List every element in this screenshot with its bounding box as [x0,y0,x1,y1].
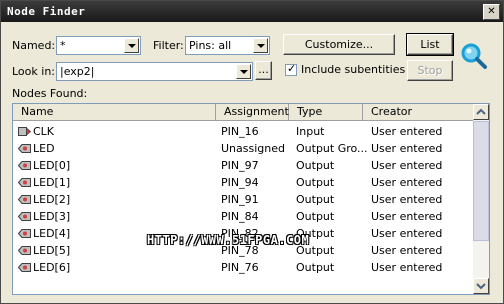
column-header-type[interactable]: Type [289,104,363,121]
output-pin-icon [18,161,31,170]
output-pin-icon [18,144,31,153]
filter-value: Pins: all [189,39,232,52]
scroll-down-button[interactable] [473,278,489,294]
output-pin-icon [18,263,31,272]
close-button[interactable]: ✕ [483,4,500,20]
chevron-down-icon[interactable] [124,38,139,53]
cell-assignment: PIN_97 [221,159,259,172]
stop-button[interactable]: Stop [407,60,453,81]
table-row[interactable]: CLK PIN_16 Input User entered [13,123,475,140]
list-button[interactable]: List [406,33,454,56]
cell-type: Output [296,261,335,274]
column-header-name[interactable]: Name [13,104,216,121]
cell-type: Input [296,125,325,138]
cell-assignment: PIN_91 [221,193,259,206]
cell-assignment: Unassigned [221,142,285,155]
chevron-down-icon[interactable] [253,38,268,53]
cell-name: LED [33,142,55,155]
column-header-creator[interactable]: Creator [363,104,475,121]
cell-assignment: PIN_76 [221,261,259,274]
look-in-combobox[interactable]: |exp2| [56,62,253,81]
cell-assignment: PIN_16 [221,125,259,138]
cell-creator: User entered [371,142,443,155]
table-row[interactable]: LED Unassigned Output Gro... User entered [13,140,475,157]
table-row[interactable]: LED[3] PIN_84 Output User entered [13,208,475,225]
cell-type: Output [296,210,335,223]
cell-creator: User entered [371,261,443,274]
search-icon [461,43,487,69]
cell-type: Output Gro... [296,142,368,155]
named-combobox[interactable]: * [56,36,141,55]
scroll-up-button[interactable] [473,104,489,120]
customize-button[interactable]: Customize... [283,34,395,55]
include-subentities-label[interactable]: Include subentities [301,63,405,77]
cell-name: LED[6] [33,261,71,274]
cell-creator: User entered [371,210,443,223]
nodes-found-label: Nodes Found: [12,87,88,100]
filter-label: Filter: [153,39,184,52]
vertical-scrollbar[interactable] [473,104,489,294]
nodes-list[interactable]: Name Assignments Type Creator CLK PIN_16 I… [12,103,490,295]
filter-combobox[interactable]: Pins: all [185,36,270,55]
browse-button[interactable]: ... [255,61,272,80]
cell-creator: User entered [371,159,443,172]
output-pin-icon [18,195,31,204]
cell-name: LED[5] [33,244,71,257]
cell-creator: User entered [371,125,443,138]
cell-creator: User entered [371,193,443,206]
include-subentities-checkbox[interactable]: ✓ [285,62,297,76]
cell-creator: User entered [371,227,443,240]
input-pin-icon [18,127,31,136]
table-row[interactable]: LED[2] PIN_91 Output User entered [13,191,475,208]
cell-type: Output [296,176,335,189]
cell-name: LED[1] [33,176,71,189]
title-bar[interactable]: Node Finder ✕ [1,1,503,22]
chevron-down-icon[interactable] [236,64,251,79]
cell-type: Output [296,193,335,206]
cell-name: LED[3] [33,210,71,223]
cell-creator: User entered [371,176,443,189]
named-label: Named: [12,39,56,52]
column-header-assignments[interactable]: Assignments [216,104,295,121]
look-in-label: Look in: [12,65,55,78]
cell-name: LED[0] [33,159,71,172]
output-pin-icon [18,178,31,187]
chevron-up-icon [476,108,486,115]
table-row[interactable]: LED[6] PIN_76 Output User entered [13,259,475,276]
cell-assignment: PIN_84 [221,210,259,223]
cell-name: LED[2] [33,193,71,206]
named-value: * [60,39,66,52]
window-title: Node Finder [7,5,86,18]
cell-assignment: PIN_94 [221,176,259,189]
cell-type: Output [296,159,335,172]
look-in-value: |exp2| [60,65,95,78]
table-row[interactable]: LED[1] PIN_94 Output User entered [13,174,475,191]
output-pin-icon [18,246,31,255]
cell-creator: User entered [371,244,443,257]
checkmark-icon: ✓ [287,62,297,75]
chevron-down-icon [476,283,486,290]
cell-name: LED[4] [33,227,71,240]
node-finder-window: Node Finder ✕ Named: * Filter: Pins: all… [0,0,504,304]
watermark: HTTP://WWW.51FPGA.COM [147,233,310,247]
output-pin-icon [18,229,31,238]
table-row[interactable]: LED[0] PIN_97 Output User entered [13,157,475,174]
scroll-thumb[interactable] [473,121,489,241]
cell-name: CLK [33,125,55,138]
output-pin-icon [18,212,31,221]
